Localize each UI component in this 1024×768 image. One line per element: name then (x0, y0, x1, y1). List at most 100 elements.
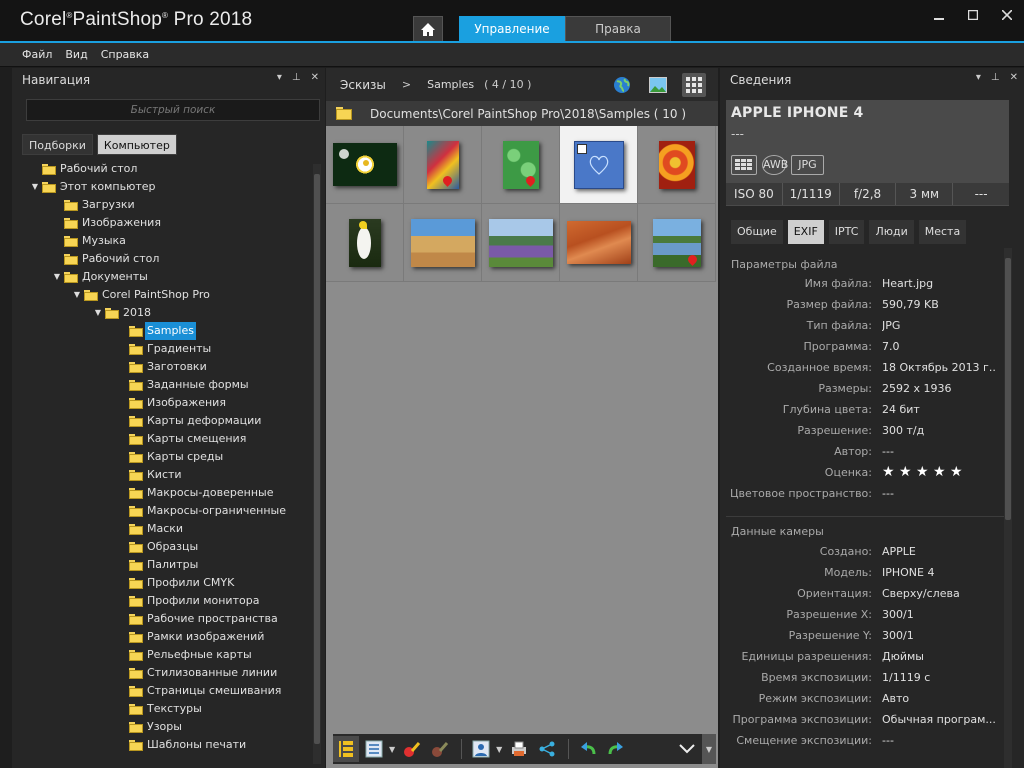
thumbnail-parrot-art[interactable] (404, 126, 482, 204)
tree-item[interactable]: Шаблоны печати (12, 736, 312, 754)
thumbnail-cockatoo[interactable] (326, 204, 404, 282)
home-tab[interactable] (413, 16, 443, 41)
tree-item[interactable]: ▼ 2018 (12, 304, 312, 322)
panel-close-icon[interactable]: ✕ (1010, 72, 1018, 83)
expand-arrow-icon[interactable]: ▼ (93, 304, 103, 322)
tree-item[interactable]: Профили CMYK (12, 574, 312, 592)
rotate-right-button[interactable] (603, 736, 629, 762)
pin-icon[interactable]: ⊥ (991, 72, 1000, 83)
property-value: APPLE (882, 545, 916, 558)
tree-item-label: Образцы (147, 540, 199, 553)
tree-item[interactable]: ▼ Этот компьютер (12, 178, 312, 196)
tree-item[interactable]: Заготовки (12, 358, 312, 376)
tree-item[interactable]: Музыка (12, 232, 312, 250)
thumbnail-red-rocks[interactable] (560, 204, 638, 282)
panel-menu-icon[interactable]: ▾ (277, 72, 282, 83)
thumbnail-heart[interactable] (560, 126, 638, 204)
tree-item[interactable]: Рабочий стол (12, 250, 312, 268)
property-row: Автор: --- (720, 441, 1010, 462)
share-button[interactable] (534, 736, 560, 762)
toolbar-overflow-button[interactable]: ▼ (702, 734, 716, 764)
print-button[interactable] (506, 736, 532, 762)
minimize-icon[interactable] (922, 0, 956, 30)
folder-tree: Рабочий стол ▼ Этот компьютер Загрузки Изобр… (12, 160, 312, 754)
tree-item[interactable]: Профили монитора (12, 592, 312, 610)
tree-item[interactable]: Образцы (12, 538, 312, 556)
expand-arrow-icon[interactable]: ▼ (72, 286, 82, 304)
tree-item[interactable]: Карты смещения (12, 430, 312, 448)
tab-manage[interactable]: Управление (459, 16, 565, 41)
property-value[interactable]: ★ ★ ★ ★ ★ (882, 462, 997, 483)
property-key: Цветовое пространство: (729, 487, 872, 500)
thumbnail-rose[interactable] (638, 126, 716, 204)
thumbnail-leaves[interactable] (482, 126, 560, 204)
maximize-icon[interactable] (956, 0, 990, 30)
folder-icon (129, 452, 143, 463)
info-scrollbar[interactable] (1004, 248, 1012, 768)
clear-tags-button[interactable] (427, 736, 453, 762)
tree-item[interactable]: Маски (12, 520, 312, 538)
tree-item[interactable]: Палитры (12, 556, 312, 574)
tree-item[interactable]: Градиенты (12, 340, 312, 358)
tree-item[interactable]: Страницы смешивания (12, 682, 312, 700)
menu-help[interactable]: Справка (101, 48, 149, 61)
breadcrumb-current[interactable]: Samples (427, 78, 474, 91)
expand-arrow-icon[interactable]: ▼ (52, 268, 62, 286)
tree-item[interactable]: Заданные формы (12, 376, 312, 394)
people-button[interactable] (468, 736, 494, 762)
tree-item[interactable]: Кисти (12, 466, 312, 484)
details-toggle-button[interactable] (361, 736, 387, 762)
folder-icon (64, 254, 78, 265)
thumbnail-desert-rocks[interactable] (404, 204, 482, 282)
tree-item[interactable]: Рельефные карты (12, 646, 312, 664)
pin-icon[interactable]: ⊥ (292, 72, 301, 83)
tab-general[interactable]: Общие (731, 220, 783, 244)
collapse-button[interactable] (674, 736, 700, 762)
tab-iptc[interactable]: IPTC (828, 220, 865, 244)
tree-item[interactable]: Макросы-доверенные (12, 484, 312, 502)
tree-item-label: Кисти (147, 468, 182, 481)
tree-item-label: Профили монитора (147, 594, 260, 607)
close-icon[interactable] (990, 0, 1024, 30)
toggle-navigation-button[interactable] (333, 736, 359, 762)
tree-scrollbar[interactable] (313, 164, 321, 764)
thumbnail-meadow[interactable] (482, 204, 560, 282)
toggle-computer[interactable]: Компьютер (96, 134, 177, 155)
expand-arrow-icon[interactable]: ▼ (30, 178, 40, 196)
tree-item[interactable]: Samples (12, 322, 312, 340)
select-tags-button[interactable] (399, 736, 425, 762)
chevron-down-icon[interactable]: ▼ (389, 745, 395, 754)
quick-search-input[interactable]: Быстрый поиск (26, 99, 320, 121)
toggle-collections[interactable]: Подборки (22, 134, 93, 155)
tree-item[interactable]: Рабочие пространства (12, 610, 312, 628)
tree-item[interactable]: Изображения (12, 394, 312, 412)
tree-item[interactable]: Макросы-ограниченные (12, 502, 312, 520)
tree-item[interactable]: Карты среды (12, 448, 312, 466)
tree-item[interactable]: Рабочий стол (12, 160, 312, 178)
rotate-left-button[interactable] (575, 736, 601, 762)
tree-item[interactable]: Рамки изображений (12, 628, 312, 646)
grid-view-button[interactable] (682, 73, 706, 97)
tree-item[interactable]: Узоры (12, 718, 312, 736)
tree-item[interactable]: Стилизованные линии (12, 664, 312, 682)
chevron-down-icon[interactable]: ▼ (496, 745, 502, 754)
preview-view-button[interactable] (646, 73, 670, 97)
tree-item[interactable]: ▼ Corel PaintShop Pro (12, 286, 312, 304)
tab-exif[interactable]: EXIF (787, 220, 824, 244)
tree-item[interactable]: Карты деформации (12, 412, 312, 430)
tree-item[interactable]: ▼ Документы (12, 268, 312, 286)
tab-people[interactable]: Люди (869, 220, 914, 244)
tab-places[interactable]: Места (918, 220, 967, 244)
thumbnail-river[interactable] (638, 204, 716, 282)
globe-view-button[interactable] (610, 73, 634, 97)
thumbnail-daisy[interactable] (326, 126, 404, 204)
panel-close-icon[interactable]: ✕ (311, 72, 319, 83)
menu-view[interactable]: Вид (65, 48, 87, 61)
tree-item[interactable]: Загрузки (12, 196, 312, 214)
tab-edit[interactable]: Правка (565, 16, 671, 41)
menu-file[interactable]: Файл (22, 48, 52, 61)
panel-menu-icon[interactable]: ▾ (976, 72, 981, 83)
tree-item[interactable]: Изображения (12, 214, 312, 232)
tree-item[interactable]: Текстуры (12, 700, 312, 718)
breadcrumb-thumbnails[interactable]: Эскизы (340, 78, 386, 92)
